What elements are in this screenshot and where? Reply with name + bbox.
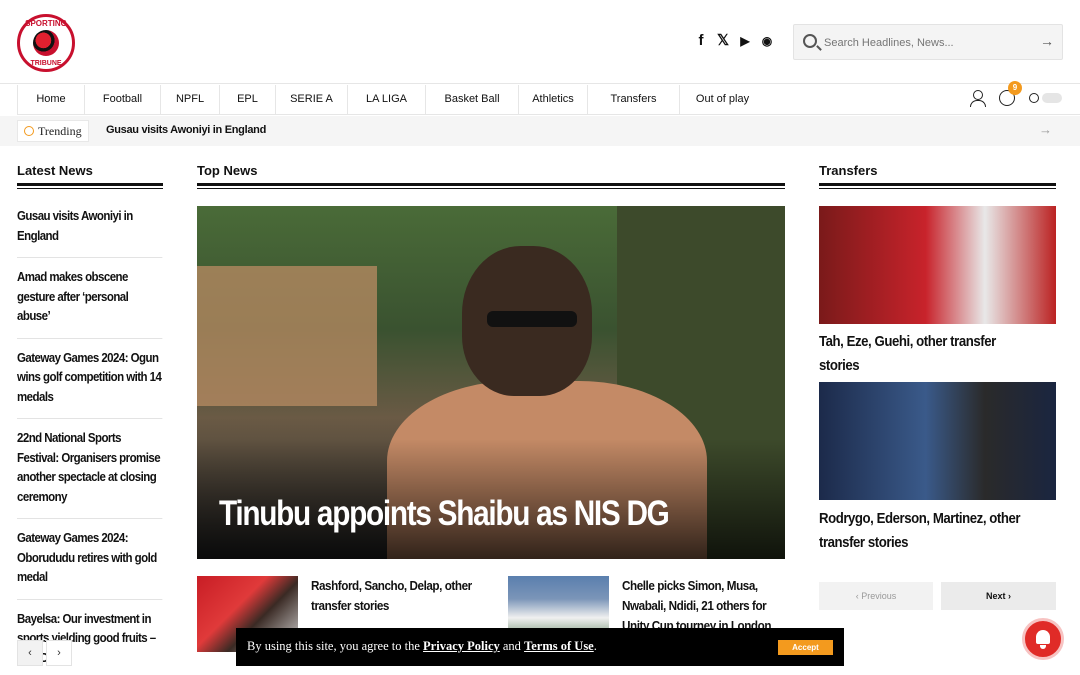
nav-item-football[interactable]: Football <box>84 85 160 115</box>
comment-count-badge: 9 <box>1008 81 1022 95</box>
site-header: SPORTING TRIBUNE f 𝕏 ▶ ◉ → <box>0 0 1080 84</box>
main-nav: Home Football NPFL EPL SERIE A LA LIGA B… <box>17 81 1080 115</box>
search-submit-arrow-icon[interactable]: → <box>1040 33 1054 49</box>
list-item[interactable]: Gateway Games 2024: Ogun wins golf compe… <box>17 339 163 419</box>
nav-item-serie-a[interactable]: SERIE A <box>275 85 347 115</box>
comment-icon[interactable]: 9 <box>999 81 1022 106</box>
transfers-prev-button[interactable]: ‹ Previous <box>819 582 933 610</box>
trending-icon <box>24 126 34 136</box>
rss-icon[interactable]: ◉ <box>756 30 778 52</box>
transfer-thumbnail[interactable] <box>819 206 1056 324</box>
trending-next-arrow-icon[interactable]: → <box>1039 122 1052 137</box>
card-title[interactable]: Rashford, Sancho, Delap, other transfer … <box>311 576 482 616</box>
card-title[interactable]: Chelle picks Simon, Musa, Nwabali, Ndidi… <box>622 576 784 628</box>
latest-news-list: Gusau visits Awoniyi in England Amad mak… <box>17 197 163 675</box>
nav-item-epl[interactable]: EPL <box>219 85 275 115</box>
social-links: f 𝕏 ▶ ◉ <box>690 30 778 52</box>
nav-item-out-of-play[interactable]: Out of play <box>679 85 765 115</box>
nav-item-basket-ball[interactable]: Basket Ball <box>425 85 518 115</box>
theme-toggle[interactable] <box>1029 93 1062 103</box>
trending-headline[interactable]: Gusau visits Awoniyi in England <box>106 124 266 136</box>
nav-item-transfers[interactable]: Transfers <box>587 85 679 115</box>
top-news-heading: Top News <box>197 163 258 178</box>
transfer-thumbnail[interactable] <box>819 382 1056 500</box>
transfers-heading: Transfers <box>819 163 878 178</box>
x-twitter-icon[interactable]: 𝕏 <box>712 30 734 52</box>
hero-background-building <box>197 266 377 406</box>
top-news-rule <box>197 183 785 189</box>
nav-item-npfl[interactable]: NPFL <box>160 85 219 115</box>
facebook-icon[interactable]: f <box>690 30 712 52</box>
search-input[interactable] <box>824 34 1024 52</box>
dark-mode-switch[interactable] <box>1042 93 1062 103</box>
cookie-text: By using this site, you agree to the <box>247 639 424 653</box>
football-icon <box>33 30 59 56</box>
transfers-next-button[interactable]: Next › <box>941 582 1056 610</box>
nav-item-home[interactable]: Home <box>17 85 84 115</box>
cookie-message: By using this site, you agree to the Pri… <box>247 639 597 654</box>
hero-story[interactable]: Tinubu appoints Shaibu as NIS DG <box>197 206 785 559</box>
list-item[interactable]: 22nd National Sports Festival: Organiser… <box>17 419 163 519</box>
privacy-policy-link[interactable]: Privacy Policy <box>423 639 500 653</box>
cookie-text-and: and <box>499 639 525 653</box>
hero-photo-glasses <box>487 311 577 327</box>
logo-text-bottom: TRIBUNE <box>30 60 62 67</box>
youtube-icon[interactable]: ▶ <box>734 30 756 52</box>
transfer-title[interactable]: Rodrygo, Ederson, Martinez, other transf… <box>819 507 1039 555</box>
site-logo[interactable]: SPORTING TRIBUNE <box>17 14 75 72</box>
trending-bar: Trending Gusau visits Awoniyi in England… <box>0 116 1080 146</box>
transfers-rule <box>819 183 1056 189</box>
latest-news-heading: Latest News <box>17 163 93 178</box>
notification-bell-icon[interactable] <box>1022 618 1064 660</box>
sun-icon <box>1029 93 1039 103</box>
latest-next-button[interactable]: › <box>46 640 72 666</box>
accept-cookies-button[interactable]: Accept <box>778 640 833 655</box>
nav-tools: 9 <box>969 81 1062 107</box>
nav-item-athletics[interactable]: Athletics <box>518 85 587 115</box>
terms-of-use-link[interactable]: Terms of Use <box>524 639 594 653</box>
list-item[interactable]: Gateway Games 2024: Oborududu retires wi… <box>17 519 163 600</box>
user-account-icon[interactable] <box>969 90 986 107</box>
nav-item-la-liga[interactable]: LA LIGA <box>347 85 425 115</box>
search-icon <box>803 34 817 48</box>
trending-tag: Trending <box>17 120 89 142</box>
latest-news-rule <box>17 183 163 189</box>
logo-text-top: SPORTING <box>25 19 67 28</box>
cookie-text-end: . <box>593 639 597 653</box>
list-item[interactable]: Amad makes obscene gesture after ‘person… <box>17 258 163 339</box>
cookie-consent-bar: By using this site, you agree to the Pri… <box>236 628 844 666</box>
list-item[interactable]: Gusau visits Awoniyi in England <box>17 197 163 258</box>
trending-label: Trending <box>38 123 82 138</box>
transfer-title[interactable]: Tah, Eze, Guehi, other transfer stories <box>819 330 1039 378</box>
hero-title[interactable]: Tinubu appoints Shaibu as NIS DG <box>219 494 670 534</box>
search-box: → <box>793 24 1063 60</box>
latest-prev-button[interactable]: ‹ <box>17 640 43 666</box>
